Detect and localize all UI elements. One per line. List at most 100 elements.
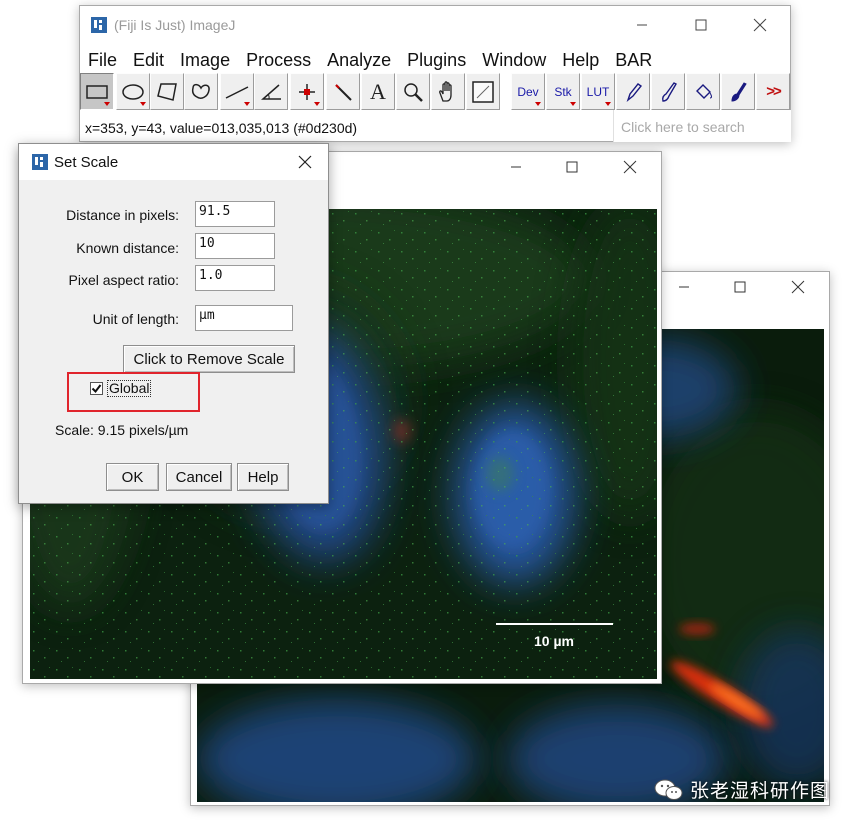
wand-tool[interactable] bbox=[326, 73, 360, 110]
minimize-icon bbox=[637, 24, 647, 26]
stacks-menu-tool[interactable]: Stk bbox=[546, 73, 580, 110]
wechat-logo-icon bbox=[654, 779, 683, 800]
unit-of-length-label: Unit of length: bbox=[92, 311, 179, 327]
close-button[interactable] bbox=[737, 10, 783, 40]
help-button[interactable]: Help bbox=[237, 463, 289, 491]
minimize-button[interactable] bbox=[619, 10, 665, 40]
text-tool-label: A bbox=[370, 78, 386, 104]
color-picker-icon bbox=[472, 80, 494, 103]
dialog-title: Set Scale bbox=[54, 154, 119, 171]
imagej-main-window[interactable]: (Fiji Is Just) ImageJ File Edit Image Pr… bbox=[79, 5, 791, 142]
stk-label: Stk bbox=[554, 84, 572, 99]
color-picker-tool[interactable] bbox=[466, 73, 500, 110]
flood-fill-tool[interactable] bbox=[686, 73, 720, 110]
minimize-button[interactable] bbox=[661, 272, 707, 302]
maximize-icon bbox=[695, 19, 707, 31]
known-distance-field[interactable]: 10 bbox=[195, 233, 275, 259]
dev-label: Dev bbox=[517, 84, 539, 99]
global-checkbox[interactable] bbox=[90, 382, 103, 395]
menu-process[interactable]: Process bbox=[238, 46, 319, 74]
scale-readout: Scale: 9.15 pixels/µm bbox=[55, 422, 189, 438]
menu-bar-plugin[interactable]: BAR bbox=[607, 46, 660, 74]
maximize-icon bbox=[734, 281, 746, 293]
minimize-button[interactable] bbox=[493, 152, 539, 182]
checkmark-icon bbox=[91, 384, 102, 394]
lut-menu-tool[interactable]: LUT bbox=[581, 73, 615, 110]
ok-button[interactable]: OK bbox=[106, 463, 159, 491]
zoom-tool[interactable] bbox=[396, 73, 430, 110]
menu-help[interactable]: Help bbox=[554, 46, 607, 74]
polygon-tool[interactable] bbox=[150, 73, 184, 110]
developer-menu-tool[interactable]: Dev bbox=[511, 73, 545, 110]
text-tool[interactable]: A bbox=[361, 73, 395, 110]
scroll-tool[interactable] bbox=[431, 73, 465, 110]
dialog-titlebar[interactable]: Set Scale bbox=[19, 144, 328, 180]
brush-icon bbox=[731, 81, 747, 102]
menu-image[interactable]: Image bbox=[172, 46, 238, 74]
menu-edit[interactable]: Edit bbox=[125, 46, 172, 74]
cancel-button[interactable]: Cancel bbox=[166, 463, 232, 491]
watermark-text: 张老湿科研作图 bbox=[690, 780, 831, 802]
line-tool[interactable] bbox=[220, 73, 254, 110]
search-field[interactable]: Click here to search bbox=[613, 110, 791, 142]
close-icon bbox=[623, 160, 637, 174]
distance-in-pixels-field[interactable]: 91.5 bbox=[195, 201, 275, 227]
dialog-close-button[interactable] bbox=[288, 147, 322, 177]
menu-bar: File Edit Image Process Analyze Plugins … bbox=[80, 46, 790, 74]
status-bar: x=353, y=43, value=013,035,013 (#0d230d) bbox=[85, 120, 358, 136]
rectangle-icon bbox=[86, 84, 108, 99]
remove-scale-button[interactable]: Click to Remove Scale bbox=[123, 345, 295, 373]
close-icon bbox=[791, 280, 805, 294]
imagej-titlebar[interactable]: (Fiji Is Just) ImageJ bbox=[80, 6, 790, 44]
more-tools-button[interactable]: >> bbox=[756, 73, 790, 110]
magic-wand-icon bbox=[335, 83, 352, 101]
menu-analyze[interactable]: Analyze bbox=[319, 46, 399, 74]
pixel-aspect-ratio-field[interactable]: 1.0 bbox=[195, 265, 275, 291]
oval-tool[interactable] bbox=[116, 73, 150, 110]
brush-tool[interactable] bbox=[721, 73, 755, 110]
dropdown-marker-icon bbox=[140, 102, 146, 106]
dropdown-marker-icon bbox=[605, 102, 611, 106]
minimize-icon bbox=[679, 286, 689, 288]
maximize-button[interactable] bbox=[549, 152, 595, 182]
distance-in-pixels-label: Distance in pixels: bbox=[66, 207, 179, 223]
unit-of-length-field[interactable]: µm bbox=[195, 305, 293, 331]
angle-icon bbox=[261, 83, 281, 100]
close-button[interactable] bbox=[775, 272, 821, 302]
maximize-icon bbox=[566, 161, 578, 173]
global-checkbox-label[interactable]: Global bbox=[107, 380, 152, 397]
dropdown-marker-icon bbox=[570, 102, 576, 106]
menu-file[interactable]: File bbox=[80, 46, 125, 74]
pencil-tool[interactable] bbox=[616, 73, 650, 110]
paintbrush-icon bbox=[662, 81, 677, 102]
freehand-icon bbox=[191, 83, 210, 99]
close-button[interactable] bbox=[607, 152, 653, 182]
close-icon bbox=[753, 18, 767, 32]
global-checkbox-row[interactable]: Global bbox=[90, 380, 152, 397]
rectangle-tool[interactable] bbox=[80, 73, 114, 110]
point-icon bbox=[299, 83, 315, 100]
dropdown-marker-icon bbox=[535, 102, 541, 106]
lut-label: LUT bbox=[586, 84, 610, 99]
pencil-icon bbox=[626, 82, 643, 102]
fiji-app-icon bbox=[32, 154, 48, 170]
magnifier-icon bbox=[404, 82, 423, 102]
dropdown-marker-icon bbox=[314, 102, 320, 106]
pixel-aspect-ratio-label: Pixel aspect ratio: bbox=[68, 272, 180, 288]
angle-tool[interactable] bbox=[254, 73, 288, 110]
maximize-button[interactable] bbox=[717, 272, 763, 302]
watermark: 张老湿科研作图 bbox=[654, 776, 830, 803]
scale-bar bbox=[496, 623, 613, 625]
point-tool[interactable] bbox=[290, 73, 324, 110]
line-icon bbox=[225, 85, 249, 99]
menu-window[interactable]: Window bbox=[474, 46, 554, 74]
close-icon bbox=[298, 155, 312, 169]
set-scale-dialog[interactable]: Set Scale Distance in pixels: 91.5 Known… bbox=[18, 143, 329, 504]
polygon-icon bbox=[157, 82, 177, 101]
freehand-tool[interactable] bbox=[184, 73, 218, 110]
scale-bar-label: 10 µm bbox=[534, 633, 574, 649]
menu-plugins[interactable]: Plugins bbox=[399, 46, 474, 74]
minimize-icon bbox=[511, 166, 521, 168]
maximize-button[interactable] bbox=[678, 10, 724, 40]
paintbrush-tool[interactable] bbox=[651, 73, 685, 110]
